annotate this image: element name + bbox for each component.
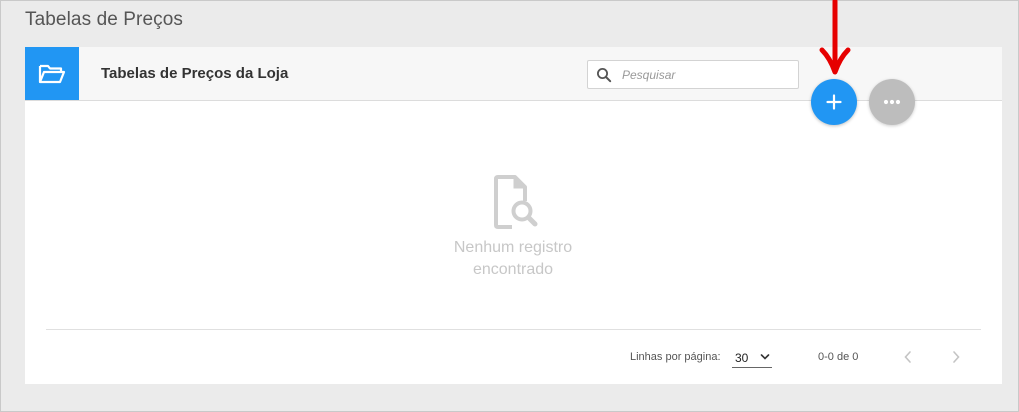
empty-state-line2: encontrado — [472, 261, 554, 278]
rows-per-page-label: Linhas por página: — [630, 351, 721, 363]
search-input[interactable] — [622, 65, 792, 85]
red-arrow-down-icon — [819, 0, 851, 75]
plus-icon — [826, 94, 842, 110]
card-title: Tabelas de Preços da Loja — [101, 65, 289, 82]
search-box[interactable] — [587, 60, 799, 89]
pagination-range: 0-0 de 0 — [818, 351, 859, 363]
file-search-icon — [494, 175, 538, 229]
rows-per-page-value: 30 — [735, 350, 749, 365]
page-title: Tabelas de Preços — [25, 9, 184, 30]
chevron-down-icon — [760, 354, 770, 360]
more-options-button[interactable] — [869, 79, 915, 125]
folder-open-icon — [38, 64, 66, 83]
chevron-right-icon — [953, 351, 960, 363]
next-page-button[interactable] — [947, 348, 965, 366]
empty-state-line1: Nenhum registro — [453, 239, 573, 256]
chevron-left-icon — [904, 351, 911, 363]
card-folder-badge — [25, 47, 79, 100]
table-divider — [46, 329, 981, 330]
add-button[interactable] — [811, 79, 857, 125]
empty-state: Nenhum registro encontrado — [397, 175, 629, 281]
rows-per-page-select[interactable]: 30 — [732, 348, 772, 368]
previous-page-button[interactable] — [899, 348, 917, 366]
more-horizontal-icon — [883, 99, 901, 105]
search-icon — [596, 67, 612, 83]
